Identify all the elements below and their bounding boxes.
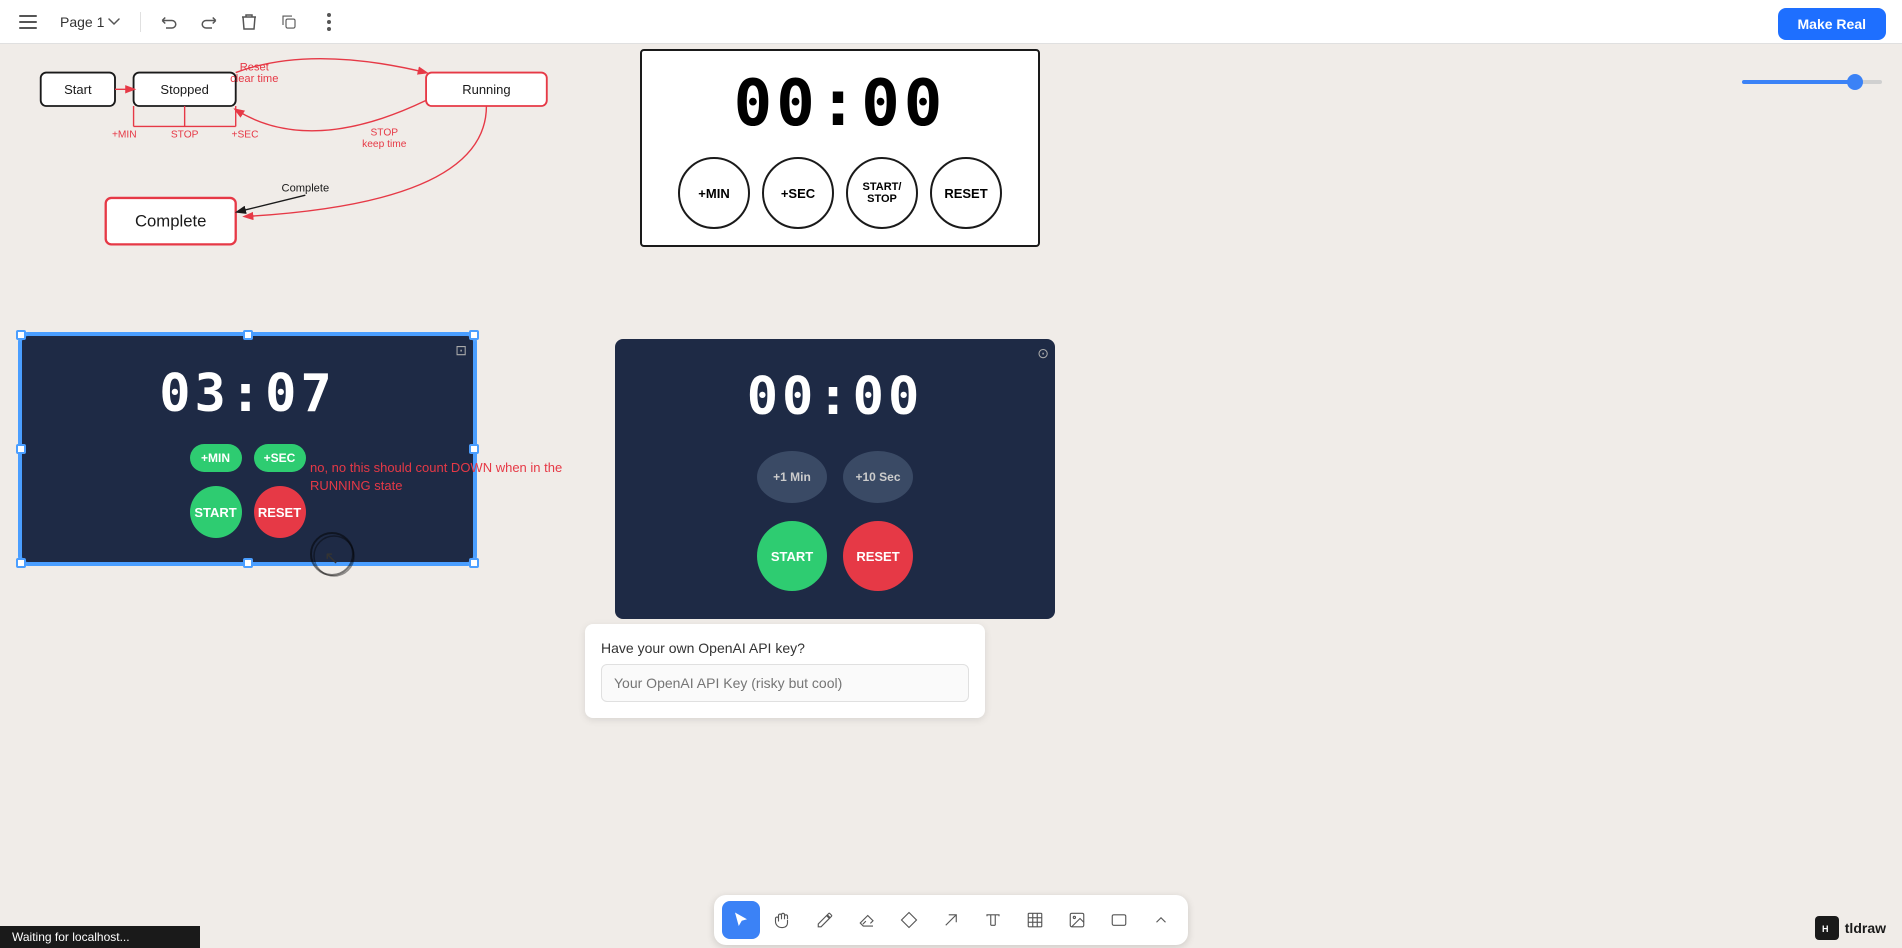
canvas: Start Stopped Reset clear time Running +… [0,44,1902,908]
menu-button[interactable] [12,6,44,38]
timer-buttons-top: +MIN +SEC START/ STOP RESET [658,157,1022,229]
btn-reset-dark-left[interactable]: RESET [254,486,306,538]
resize-icon: ⊡ [455,342,467,359]
btn-start-dark-left[interactable]: START [190,486,242,538]
btn-start-dark-right[interactable]: START [757,521,827,591]
btn-plus-min-dark-right[interactable]: +1 Min [757,451,827,503]
tool-arrow[interactable] [932,901,970,939]
selection-handle-bc[interactable] [243,558,253,568]
tool-eraser[interactable] [848,901,886,939]
svg-text:STOP: STOP [171,130,199,141]
tool-select[interactable] [722,901,760,939]
tool-more-shapes[interactable] [1142,901,1180,939]
tool-diamond[interactable] [890,901,928,939]
timer-widget-top: 00:00 +MIN +SEC START/ STOP RESET [640,49,1040,247]
timer-btns-row1-right: +1 Min +10 Sec [639,451,1031,503]
tool-hand[interactable] [764,901,802,939]
btn-plus-sec-dark-right[interactable]: +10 Sec [843,451,913,503]
state-machine-diagram: Start Stopped Reset clear time Running +… [10,54,610,334]
svg-text:+MIN: +MIN [112,130,137,141]
resize-icon-right: ⊙ [1037,345,1049,362]
selection-handle-tc[interactable] [243,330,253,340]
svg-text:Stopped: Stopped [160,82,208,97]
tool-frame[interactable] [1016,901,1054,939]
api-question: Have your own OpenAI API key? [601,640,969,656]
btn-reset-top[interactable]: RESET [930,157,1002,229]
timer-display-dark-right: 00:00 [639,367,1031,427]
delete-button[interactable] [233,6,265,38]
timer-display-dark-left: 03:07 [46,364,449,424]
btn-plus-min-dark-left[interactable]: +MIN [190,444,242,472]
top-toolbar: Page 1 [0,0,1902,44]
toolbar-divider-1 [140,12,141,32]
timer-dark-left: ⊡ 03:07 +MIN +SEC START RESET [20,334,475,564]
tool-rectangle[interactable] [1100,901,1138,939]
btn-start-stop-top[interactable]: START/ STOP [846,157,918,229]
selection-handle-bl[interactable] [16,558,26,568]
page-label: Page 1 [60,14,104,30]
svg-text:Reset: Reset [240,62,270,74]
bottom-toolbar [0,892,1902,948]
undo-button[interactable] [153,6,185,38]
svg-text:clear time: clear time [230,73,278,85]
page-selector[interactable]: Page 1 [52,10,128,34]
svg-text:Start: Start [64,82,92,97]
duplicate-button[interactable] [273,6,305,38]
api-key-input[interactable] [601,664,969,702]
selection-handle-tr[interactable] [469,330,479,340]
tool-pencil[interactable] [806,901,844,939]
api-key-box: Have your own OpenAI API key? [585,624,985,718]
svg-text:Complete: Complete [282,182,330,194]
selection-handle-mr[interactable] [469,444,479,454]
btn-reset-dark-right[interactable]: RESET [843,521,913,591]
make-real-button[interactable]: Make Real [1778,8,1886,40]
svg-text:keep time: keep time [362,139,407,150]
svg-text:+SEC: +SEC [232,130,259,141]
svg-text:Running: Running [462,82,510,97]
btn-plus-min-top[interactable]: +MIN [678,157,750,229]
more-button[interactable] [313,6,345,38]
annotation-countdown: no, no this should count DOWN when in th… [310,459,580,495]
timer-btns-row2-right: START RESET [639,521,1031,591]
tool-group [714,895,1188,945]
tool-text[interactable] [974,901,1012,939]
timer-display-top: 00:00 [658,67,1022,141]
btn-plus-sec-top[interactable]: +SEC [762,157,834,229]
zoom-slider[interactable] [1742,80,1882,84]
tool-image[interactable] [1058,901,1096,939]
svg-text:STOP: STOP [370,128,398,139]
zoom-slider-container [1742,80,1882,84]
svg-text:Complete: Complete [135,212,206,231]
btn-plus-sec-dark-left[interactable]: +SEC [254,444,306,472]
timer-dark-right: ⊙ 00:00 +1 Min +10 Sec START RESET [615,339,1055,619]
redo-button[interactable] [193,6,225,38]
selection-handle-ml[interactable] [16,444,26,454]
selection-handle-tl[interactable] [16,330,26,340]
selection-handle-br[interactable] [469,558,479,568]
